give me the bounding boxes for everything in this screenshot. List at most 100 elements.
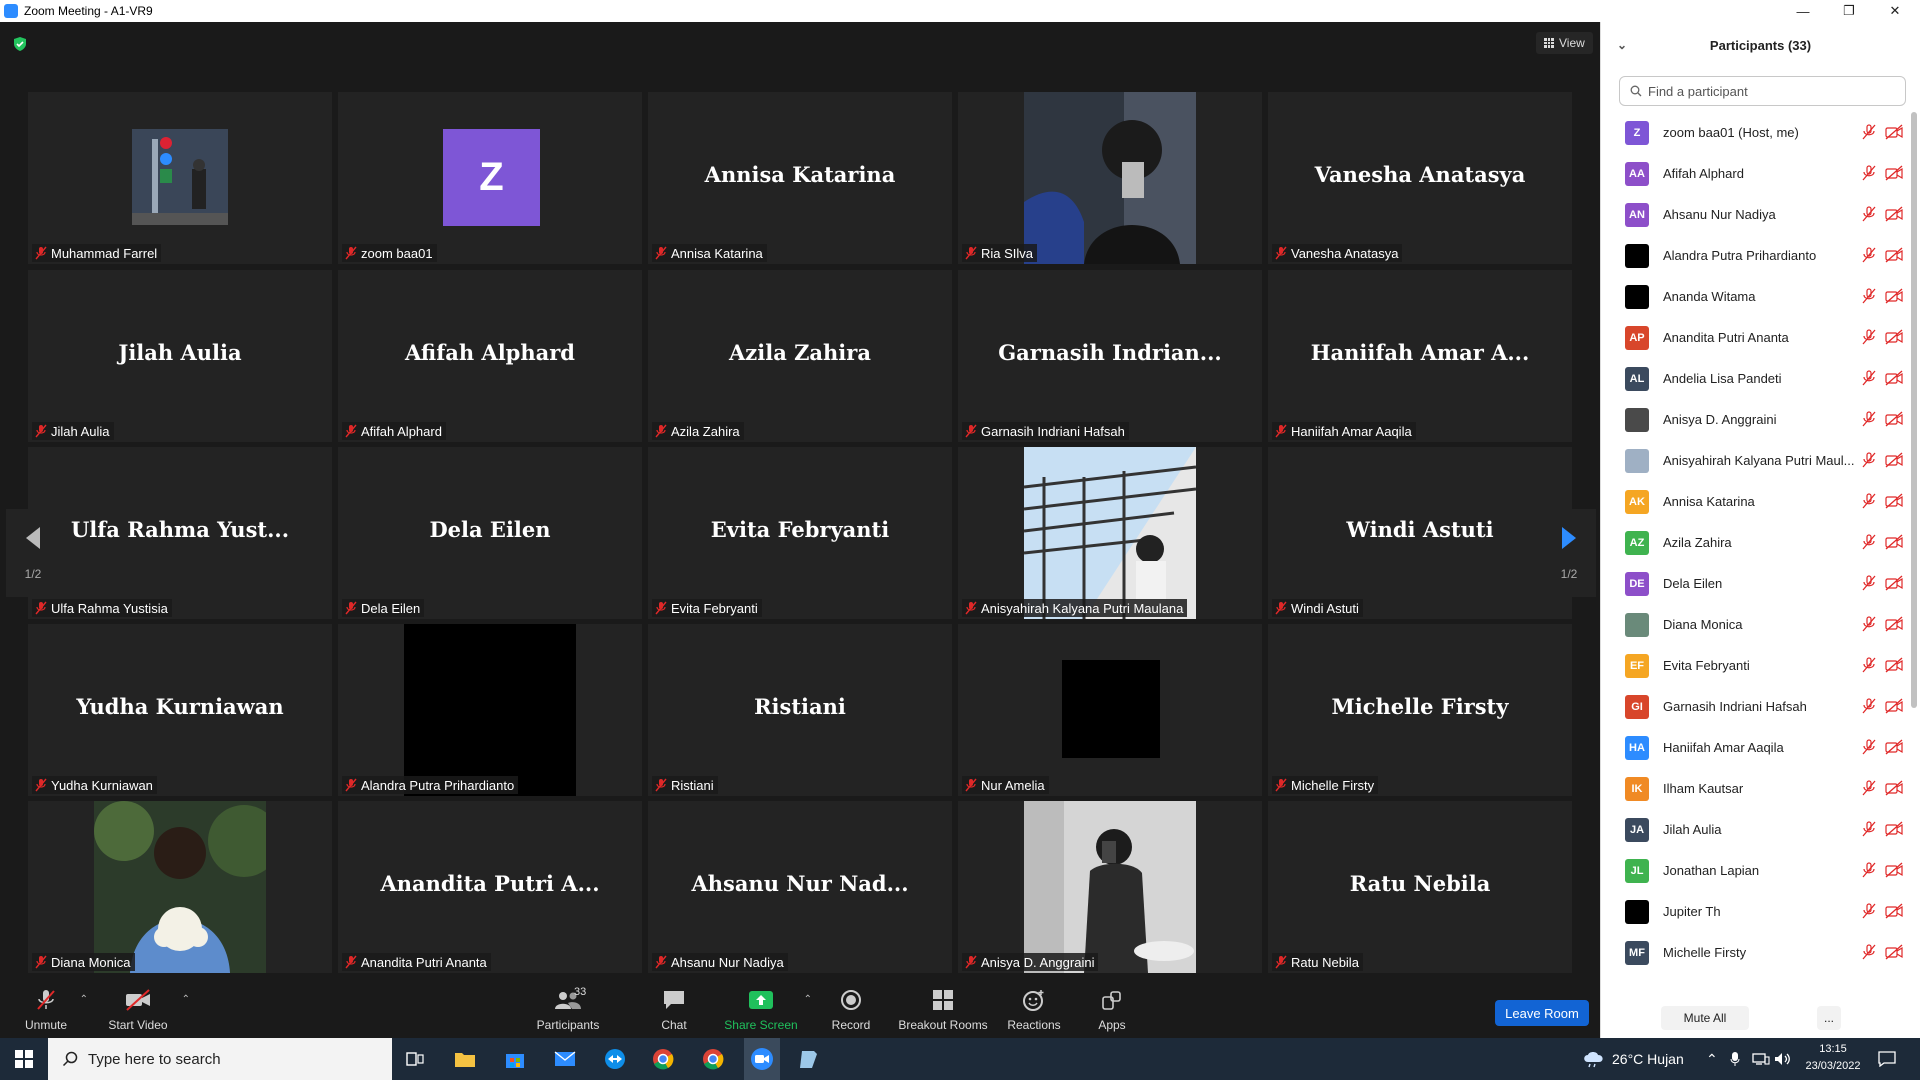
participant-row[interactable]: Ananda Witama	[1601, 276, 1907, 317]
participant-row[interactable]: AA Afifah Alphard	[1601, 153, 1907, 194]
video-tile[interactable]: Ristiani Ristiani	[648, 624, 952, 796]
microphone-muted-icon	[344, 246, 358, 260]
participant-name-label: Anisyahirah Kalyana Putri Maulana	[962, 599, 1188, 617]
leave-room-button[interactable]: Leave Room	[1495, 1000, 1589, 1026]
taskbar-clock[interactable]: 13:15 23/03/2022	[1796, 1041, 1870, 1075]
breakout-rooms-button[interactable]: Breakout Rooms	[898, 982, 988, 1038]
weather-widget[interactable]: 26°C Hujan	[1582, 1038, 1684, 1080]
video-tile[interactable]: Garnasih Indrian... Garnasih Indriani Haf…	[958, 270, 1262, 442]
video-tile[interactable]: Ahsanu Nur Nad... Ahsanu Nur Nadiya	[648, 801, 952, 973]
participant-row[interactable]: AL Andelia Lisa Pandeti	[1601, 358, 1907, 399]
video-tile[interactable]: Alandra Putra Prihardianto	[338, 624, 642, 796]
video-tile[interactable]: Anandita Putri A... Anandita Putri Ananta	[338, 801, 642, 973]
video-tile[interactable]: Anisya D. Anggraini	[958, 801, 1262, 973]
microphone-muted-icon	[34, 424, 48, 438]
view-button[interactable]: View	[1536, 32, 1593, 54]
video-tile[interactable]: Nur Amelia	[958, 624, 1262, 796]
participant-row[interactable]: MF Michelle Firsty	[1601, 932, 1907, 973]
video-tile[interactable]: Annisa Katarina Annisa Katarina	[648, 92, 952, 264]
participant-list-scrollbar[interactable]	[1911, 112, 1917, 708]
participant-name-label: Ulfa Rahma Yustisia	[32, 599, 172, 617]
video-tile[interactable]: Ratu Nebila Ratu Nebila	[1268, 801, 1572, 973]
video-tile[interactable]: Michelle Firsty Michelle Firsty	[1268, 624, 1572, 796]
close-button[interactable]: ✕	[1872, 0, 1918, 22]
participant-row[interactable]: IK Ilham Kautsar	[1601, 768, 1907, 809]
restore-button[interactable]: ❐	[1826, 0, 1872, 22]
unmute-button[interactable]: Unmute ⌃	[22, 982, 88, 1038]
participant-row[interactable]: GI Garnasih Indriani Hafsah	[1601, 686, 1907, 727]
share-options-caret-icon[interactable]: ⌃	[804, 994, 812, 1005]
chrome-profile-icon[interactable]	[698, 1044, 728, 1074]
reactions-button[interactable]: Reactions	[1006, 982, 1062, 1038]
windows-start-button[interactable]	[9, 1044, 39, 1074]
mute-all-button[interactable]: Mute All	[1661, 1006, 1749, 1030]
participant-row[interactable]: EF Evita Febryanti	[1601, 645, 1907, 686]
record-button[interactable]: Record	[828, 982, 874, 1038]
video-tile[interactable]: Haniifah Amar A... Haniifah Amar Aaqila	[1268, 270, 1572, 442]
video-tile[interactable]: Anisyahirah Kalyana Putri Maulana	[958, 447, 1262, 619]
participant-row[interactable]: AN Ahsanu Nur Nadiya	[1601, 194, 1907, 235]
participant-video-frame	[1024, 92, 1196, 264]
video-tile[interactable]: Afifah Alphard Afifah Alphard	[338, 270, 642, 442]
video-tile[interactable]: Dela Eilen Dela Eilen	[338, 447, 642, 619]
notes-app-icon[interactable]	[794, 1044, 824, 1074]
more-options-button[interactable]: ...	[1817, 1006, 1841, 1030]
video-tile[interactable]: Vanesha Anatasya Vanesha Anatasya	[1268, 92, 1572, 264]
participant-row[interactable]: Diana Monica	[1601, 604, 1907, 645]
zoom-taskbar-icon[interactable]	[744, 1038, 780, 1080]
participant-name: Muhammad Farrel	[51, 245, 158, 261]
video-tile[interactable]: Windi Astuti Windi Astuti	[1268, 447, 1572, 619]
show-hidden-icons-caret[interactable]: ⌃	[1706, 1038, 1718, 1080]
participant-row[interactable]: Jupiter Th	[1601, 891, 1907, 932]
video-tile[interactable]: Zzoom baa01	[338, 92, 642, 264]
video-tile[interactable]: Azila Zahira Azila Zahira	[648, 270, 952, 442]
minimize-button[interactable]: —	[1780, 0, 1826, 22]
participant-row[interactable]: Anisya D. Anggraini	[1601, 399, 1907, 440]
video-tile[interactable]: Jilah Aulia Jilah Aulia	[28, 270, 332, 442]
participant-row[interactable]: HA Haniifah Amar Aaqila	[1601, 727, 1907, 768]
video-tile[interactable]: Muhammad Farrel	[28, 92, 332, 264]
participant-row[interactable]: Zzoom baa01 (Host, me)	[1601, 112, 1907, 153]
mail-icon[interactable]	[550, 1044, 580, 1074]
chat-button[interactable]: Chat	[656, 982, 692, 1038]
participants-button[interactable]: Participants 33	[536, 982, 600, 1038]
participant-avatar: AA	[1625, 161, 1649, 186]
video-tile[interactable]: Evita Febryanti Evita Febryanti	[648, 447, 952, 619]
participant-row[interactable]: Anisyahirah Kalyana Putri Maul...	[1601, 440, 1907, 481]
start-video-button[interactable]: Start Video ⌃	[108, 982, 190, 1038]
task-view-icon[interactable]	[400, 1044, 430, 1074]
file-explorer-icon[interactable]	[450, 1044, 480, 1074]
notification-center-icon[interactable]	[1878, 1038, 1896, 1080]
participant-row[interactable]: AK Annisa Katarina	[1601, 481, 1907, 522]
encryption-shield-icon[interactable]	[12, 36, 28, 52]
chrome-icon[interactable]	[648, 1044, 678, 1074]
collapse-chevron-icon[interactable]: ⌄	[1617, 38, 1627, 52]
teamviewer-icon[interactable]	[600, 1044, 630, 1074]
microsoft-store-icon[interactable]	[500, 1044, 530, 1074]
participant-row[interactable]: AZ Azila Zahira	[1601, 522, 1907, 563]
taskbar-search-input[interactable]: Type here to search	[48, 1038, 392, 1080]
volume-icon[interactable]	[1774, 1038, 1792, 1080]
participant-avatar: AN	[1625, 202, 1649, 227]
video-tile[interactable]: Ulfa Rahma Yust... Ulfa Rahma Yustisia	[28, 447, 332, 619]
network-icon[interactable]	[1752, 1038, 1770, 1080]
microphone-muted-icon	[964, 955, 978, 969]
participant-row[interactable]: DE Dela Eilen	[1601, 563, 1907, 604]
audio-options-caret-icon[interactable]: ⌃	[80, 994, 88, 1005]
participant-row[interactable]: AP Anandita Putri Ananta	[1601, 317, 1907, 358]
participant-row[interactable]: JA Jilah Aulia	[1601, 809, 1907, 850]
share-screen-button[interactable]: Share Screen ⌃	[724, 982, 812, 1038]
video-tile[interactable]: Yudha Kurniawan Yudha Kurniawan	[28, 624, 332, 796]
next-page-button[interactable]: 1/2	[1542, 509, 1596, 597]
participant-row[interactable]: JL Jonathan Lapian	[1601, 850, 1907, 891]
video-options-caret-icon[interactable]: ⌃	[182, 994, 190, 1005]
microphone-tray-icon[interactable]	[1730, 1038, 1740, 1080]
participant-search-input[interactable]: Find a participant	[1619, 76, 1906, 106]
participant-row[interactable]: Alandra Putra Prihardianto	[1601, 235, 1907, 276]
previous-page-button[interactable]: 1/2	[6, 509, 60, 597]
video-tile[interactable]: Diana Monica	[28, 801, 332, 973]
participant-name-label: Dela Eilen	[342, 599, 425, 617]
video-tile[interactable]: Ria SIlva	[958, 92, 1262, 264]
apps-button[interactable]: Apps	[1096, 982, 1128, 1038]
participant-display-name: Dela Eilen	[429, 517, 551, 542]
